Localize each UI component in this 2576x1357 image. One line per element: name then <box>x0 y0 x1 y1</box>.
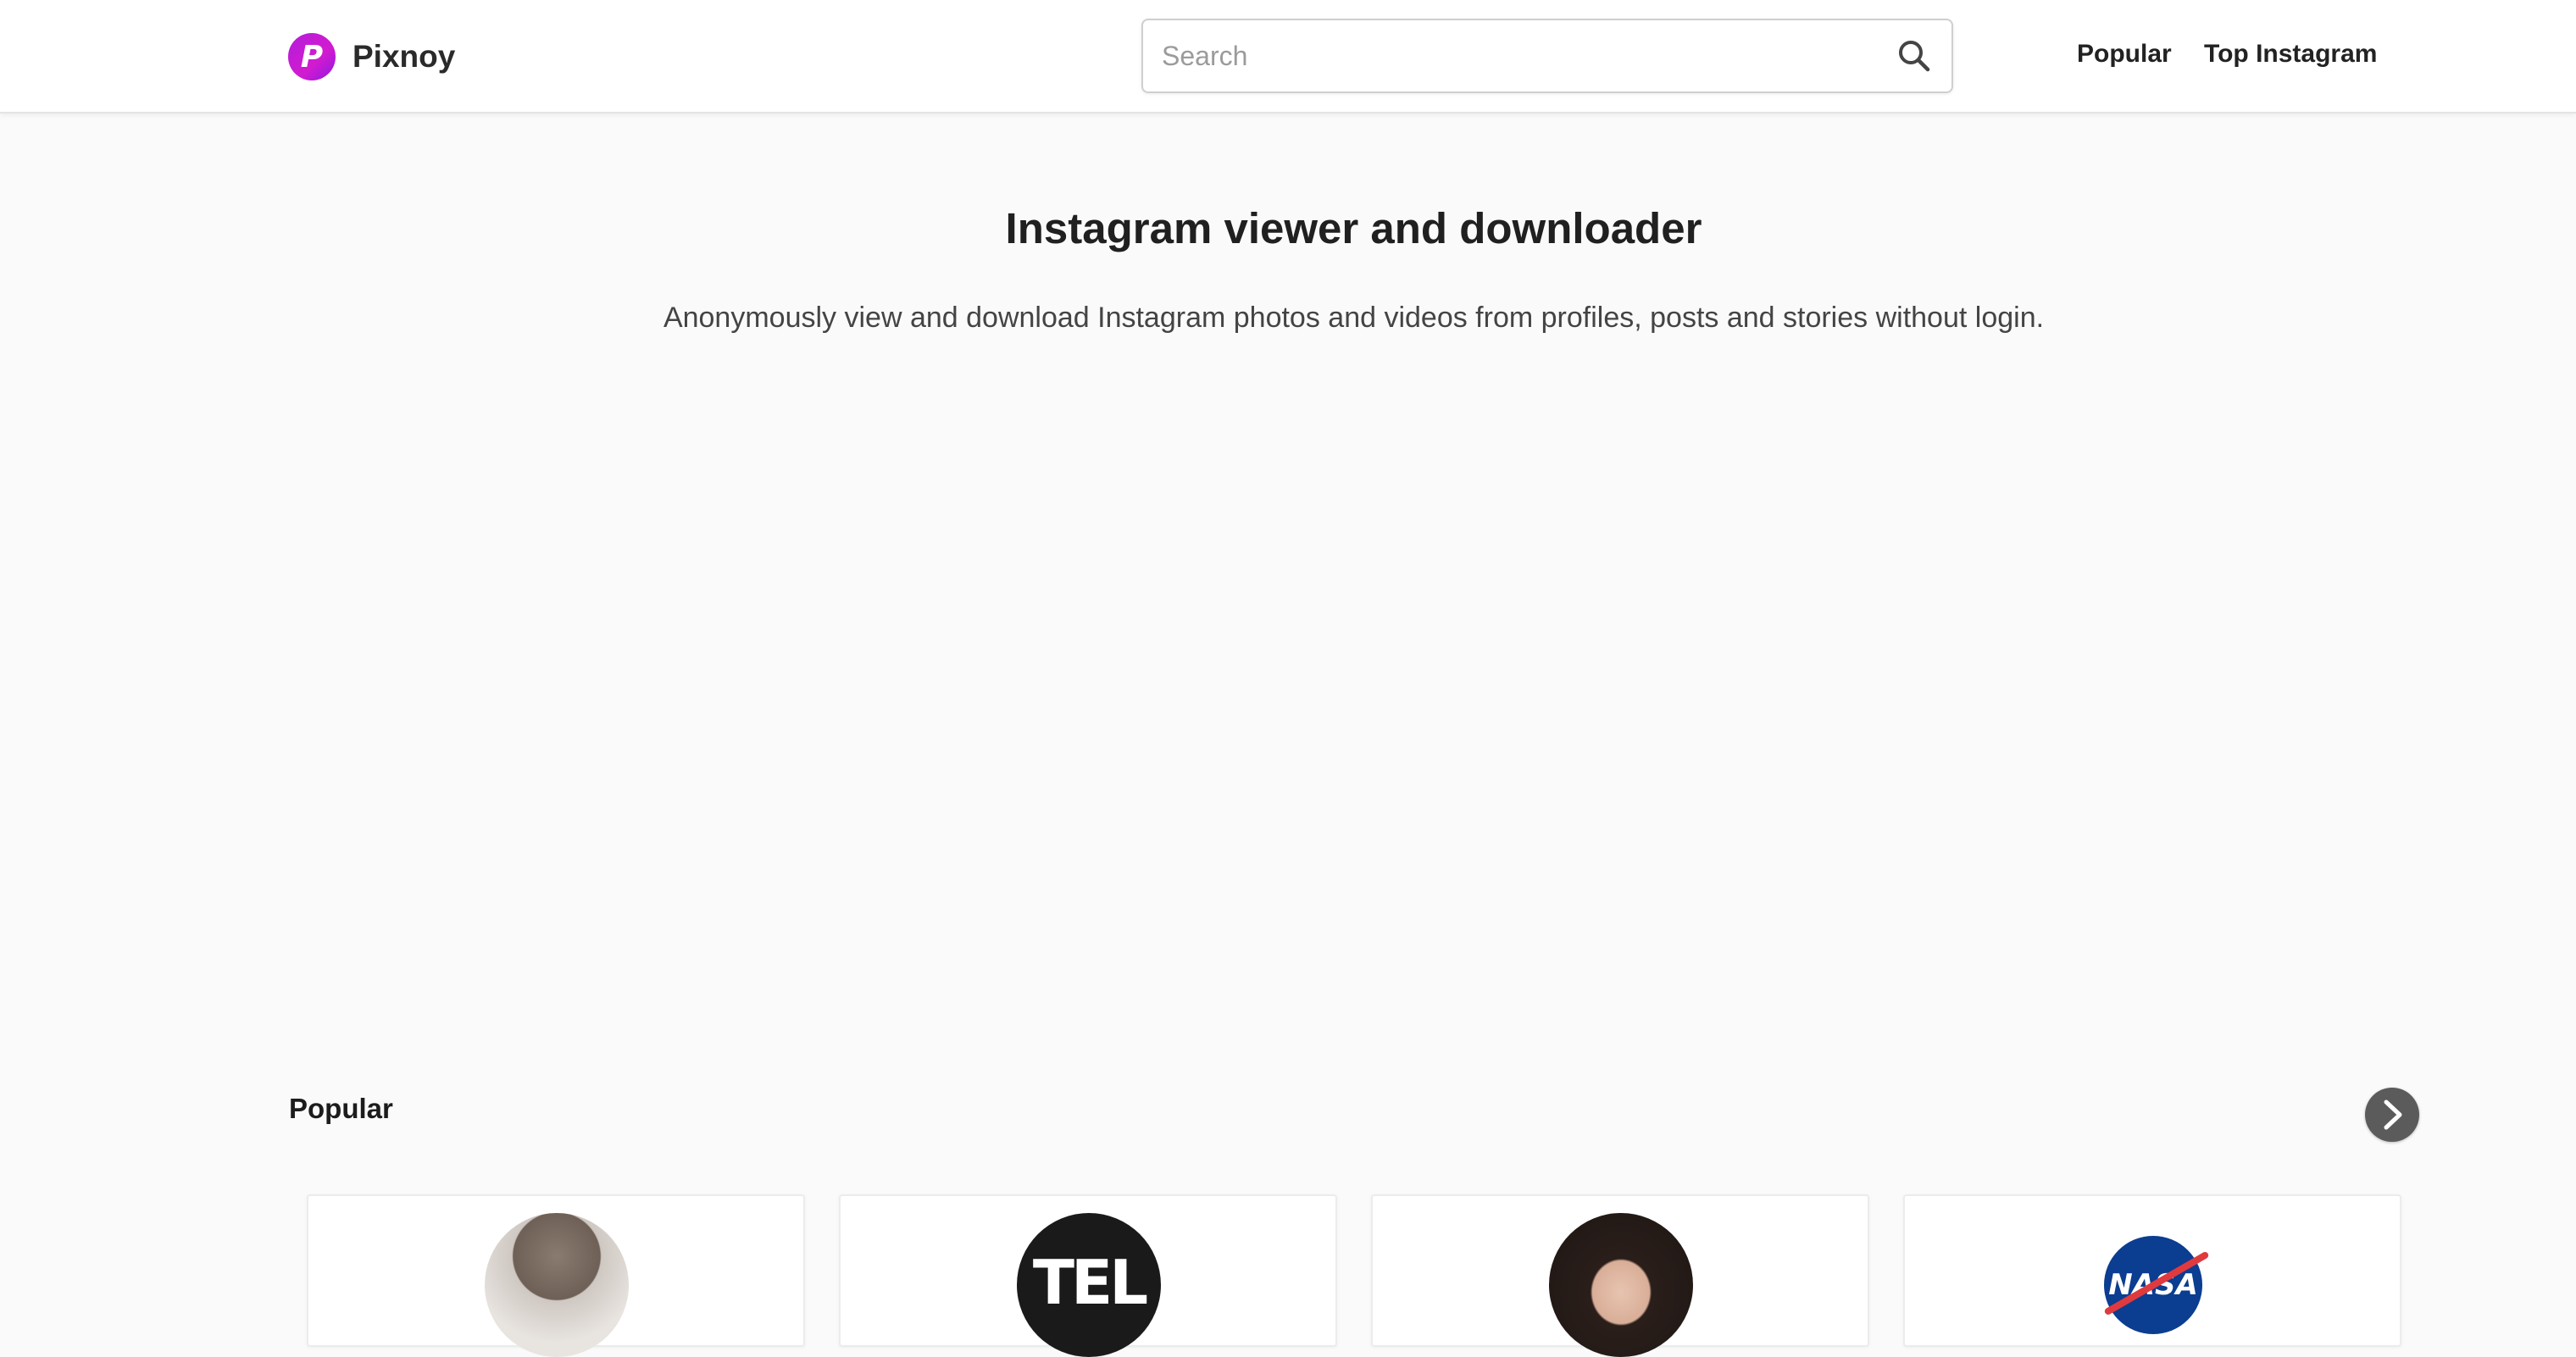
page-subtitle: Anonymously view and download Instagram … <box>663 302 2045 334</box>
profile-avatar: TEL <box>1017 1213 1161 1357</box>
profile-avatar: NASA <box>2081 1213 2225 1357</box>
popular-section-title: Popular <box>289 1093 393 1124</box>
nasa-logo-icon: NASA <box>2103 1236 2210 1334</box>
popular-profile-card[interactable] <box>307 1194 805 1357</box>
nav-top-instagram-link[interactable]: Top Instagram <box>2204 37 2377 71</box>
brand-name: Pixnoy <box>353 39 456 74</box>
brand-logo-link[interactable]: P Pixnoy <box>288 32 455 81</box>
search-icon <box>1899 41 1930 72</box>
popular-profile-card[interactable]: TEL <box>839 1194 1337 1357</box>
top-navigation-bar: P Pixnoy Popular Top Instagram <box>0 0 2576 114</box>
chevron-right-icon <box>2384 1099 2402 1130</box>
popular-profile-card[interactable] <box>1371 1194 1869 1357</box>
carousel-next-button[interactable] <box>2365 1088 2419 1142</box>
profile-avatar <box>1549 1213 1693 1357</box>
search-box <box>1141 19 1953 93</box>
popular-profile-card[interactable]: NASA <box>1903 1194 2401 1347</box>
search-input[interactable] <box>1162 20 1865 91</box>
logo-icon: P <box>288 33 336 80</box>
page-title: Instagram viewer and downloader <box>1005 204 1702 252</box>
profile-avatar <box>485 1213 629 1357</box>
nav-popular-link[interactable]: Popular <box>2077 37 2172 71</box>
search-button[interactable] <box>1894 36 1935 76</box>
tel-logo-text: TEL <box>1032 1247 1148 1318</box>
